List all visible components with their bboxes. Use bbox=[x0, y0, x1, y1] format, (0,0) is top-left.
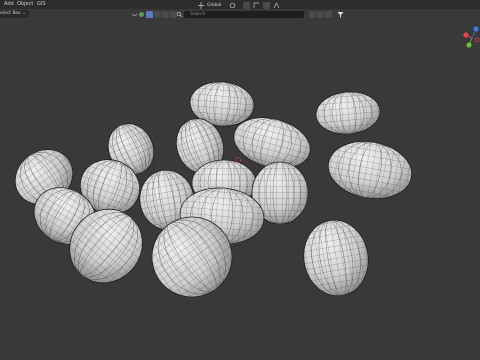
mesh-object[interactable] bbox=[324, 135, 416, 205]
gizmo-x-axis[interactable] bbox=[463, 32, 469, 38]
viewport-scene[interactable] bbox=[0, 0, 480, 360]
gizmo-neg-x[interactable] bbox=[474, 37, 480, 43]
gizmo-y-axis[interactable] bbox=[466, 42, 472, 48]
3d-cursor-icon[interactable] bbox=[235, 157, 241, 163]
mesh-object[interactable] bbox=[298, 215, 374, 301]
navigation-gizmo[interactable] bbox=[462, 24, 480, 48]
mesh-object[interactable] bbox=[314, 89, 381, 136]
gizmo-z-axis[interactable] bbox=[473, 26, 479, 32]
